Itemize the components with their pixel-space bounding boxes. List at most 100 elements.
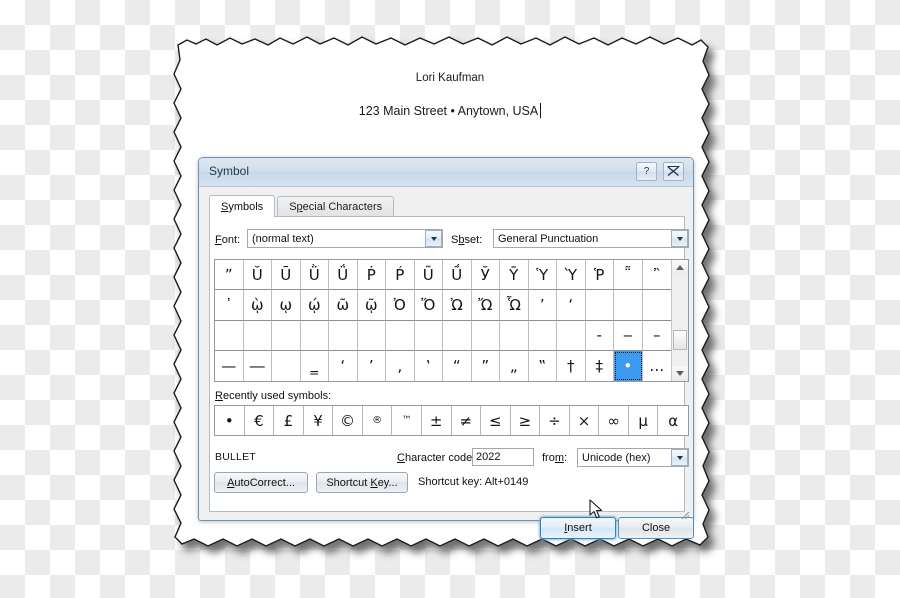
char-cell[interactable]: — [215, 350, 244, 381]
char-cell[interactable]: Ὠ [443, 290, 472, 321]
close-window-button[interactable] [663, 162, 684, 181]
char-cell[interactable]: ’ [358, 350, 386, 381]
recently-used-symbols-grid[interactable]: • € £ ¥ © ® ™ ± ≠ ≤ ≥ ÷ × ∞ μ α [214, 405, 689, 436]
char-cell[interactable]: Ὺ [557, 260, 586, 291]
char-cell[interactable] [215, 320, 244, 351]
subset-combobox[interactable]: General Punctuation [493, 229, 689, 248]
recent-symbol-cell[interactable]: • [215, 406, 245, 435]
char-cell[interactable]: Ṗ [357, 260, 386, 291]
char-cell[interactable]: Ὤ [471, 290, 500, 321]
font-combobox[interactable]: (normal text) [247, 229, 443, 248]
tab-special-characters[interactable]: Sp ecial Characters [277, 196, 395, 217]
scrollbar-thumb[interactable] [673, 330, 687, 350]
symbol-dialog[interactable]: Symbol ? Symbols Sp ecial Characters Font… [198, 157, 694, 539]
recent-symbol-cell[interactable]: © [333, 406, 363, 435]
char-cell[interactable] [528, 320, 557, 351]
char-cell[interactable]: ʻ [557, 290, 586, 321]
recent-symbol-cell[interactable]: ≠ [452, 406, 482, 435]
char-cell[interactable]: Ў [471, 260, 500, 291]
char-cell[interactable]: ‡ [586, 350, 614, 381]
recent-symbol-cell[interactable]: ™ [392, 406, 422, 435]
char-cell[interactable]: „ [500, 350, 529, 381]
char-cell[interactable] [357, 320, 386, 351]
insert-button[interactable]: Insert [540, 517, 616, 539]
autocorrect-button[interactable]: AutoCorrect... [214, 472, 308, 493]
char-cell[interactable]: Ǜ [300, 260, 329, 291]
recent-symbol-cell[interactable]: ± [422, 406, 452, 435]
char-cell[interactable]: ” [472, 350, 500, 381]
char-cell[interactable]: ῁ [614, 260, 643, 291]
recent-symbol-cell[interactable]: ≤ [481, 406, 511, 435]
char-cell-selected[interactable]: • [614, 350, 643, 381]
char-cell[interactable] [272, 320, 301, 351]
dialog-titlebar[interactable]: Symbol ? [199, 158, 693, 187]
char-cell[interactable]: ῷ [357, 290, 386, 321]
close-dialog-button[interactable]: Close [618, 517, 694, 539]
char-cell[interactable] [329, 320, 358, 351]
char-cell[interactable] [272, 350, 301, 381]
font-dropdown-arrow[interactable] [425, 230, 442, 247]
char-cell[interactable] [614, 290, 643, 321]
char-cell[interactable] [414, 320, 443, 351]
char-cell[interactable]: Ū [272, 260, 301, 291]
char-cell[interactable]: Ǘ [329, 260, 358, 291]
recent-symbol-cell[interactable]: € [245, 406, 275, 435]
from-combobox[interactable]: Unicode (hex) [577, 448, 689, 467]
char-cell[interactable] [386, 320, 415, 351]
char-cell[interactable]: ‘ [329, 350, 358, 381]
char-cell[interactable]: ˮ [215, 260, 244, 291]
recent-symbol-cell[interactable]: ∞ [599, 406, 629, 435]
character-grid-scrollbar[interactable] [671, 260, 688, 381]
from-dropdown-arrow[interactable] [671, 449, 688, 466]
recent-symbol-cell[interactable]: ¥ [304, 406, 334, 435]
char-cell[interactable]: † [557, 350, 586, 381]
char-cell[interactable]: – [642, 321, 671, 351]
tab-symbols[interactable]: Symbols [209, 195, 276, 217]
subset-dropdown-arrow[interactable] [671, 230, 688, 247]
scroll-up-button[interactable] [672, 260, 688, 275]
char-cell[interactable]: Ṹ [443, 260, 472, 291]
recent-symbol-cell[interactable]: ÷ [540, 406, 570, 435]
char-cell[interactable] [243, 320, 272, 351]
char-cell[interactable] [471, 320, 500, 351]
char-cell[interactable]: Ŭ [243, 260, 272, 291]
recent-symbol-cell[interactable]: ® [363, 406, 393, 435]
char-cell[interactable]: Ὧ [500, 290, 529, 321]
char-cell[interactable]: … [643, 351, 672, 381]
char-cell[interactable]: Ῥ [585, 260, 614, 291]
char-cell[interactable] [443, 320, 472, 351]
char-cell[interactable]: ῲ [243, 290, 272, 321]
char-cell[interactable]: ‟ [529, 350, 557, 381]
char-cell[interactable]: ʼ [528, 290, 557, 321]
char-cell[interactable]: ‐ [585, 320, 614, 351]
resize-grip-icon[interactable] [678, 508, 690, 520]
char-cell[interactable] [300, 320, 329, 351]
char-cell[interactable]: Ὑ [528, 260, 557, 291]
char-cell[interactable]: ‗ [301, 350, 329, 381]
char-cell[interactable]: ‚ [386, 350, 415, 381]
char-cell[interactable]: ‒ [614, 320, 643, 351]
char-cell[interactable]: Ὄ [414, 290, 443, 321]
character-grid[interactable]: ˮ Ŭ Ū Ǜ Ǘ Ṗ Ṕ Ũ Ṹ Ў Ȳ Ὑ Ὺ Ῥ ῁ ῍ ῾ ῲ ῳ ῴ ῶ ῷ Ὀ Ὄ Ὠ Ὤ Ὧ ʼ ʻ ‐ ‒ – — ― ‗ ‘’ ‚ ‛ “… [215, 260, 671, 381]
char-cell[interactable]: ῍ [642, 260, 671, 291]
char-cell[interactable]: ῾ [215, 290, 244, 321]
char-cell[interactable]: ῴ [300, 290, 329, 321]
recent-symbol-cell[interactable]: α [658, 406, 688, 435]
char-cell[interactable]: Ȳ [500, 260, 529, 291]
char-cell[interactable] [500, 320, 529, 351]
help-button[interactable]: ? [636, 162, 657, 181]
recent-symbol-cell[interactable]: μ [629, 406, 659, 435]
shortcut-key-button[interactable]: Shortcut Key... [316, 472, 408, 493]
char-cell[interactable] [585, 290, 614, 321]
char-cell[interactable] [557, 320, 586, 351]
char-cell[interactable]: ῶ [329, 290, 358, 321]
char-cell[interactable]: ῳ [272, 290, 301, 321]
recent-symbol-cell[interactable]: ≥ [511, 406, 541, 435]
scroll-down-button[interactable] [672, 366, 688, 381]
recent-symbol-cell[interactable]: £ [274, 406, 304, 435]
char-cell[interactable]: Ṕ [386, 260, 415, 291]
char-cell[interactable]: Ũ [414, 260, 443, 291]
char-cell[interactable] [642, 290, 671, 321]
char-cell[interactable]: “ [443, 350, 472, 381]
recent-symbol-cell[interactable]: × [570, 406, 600, 435]
